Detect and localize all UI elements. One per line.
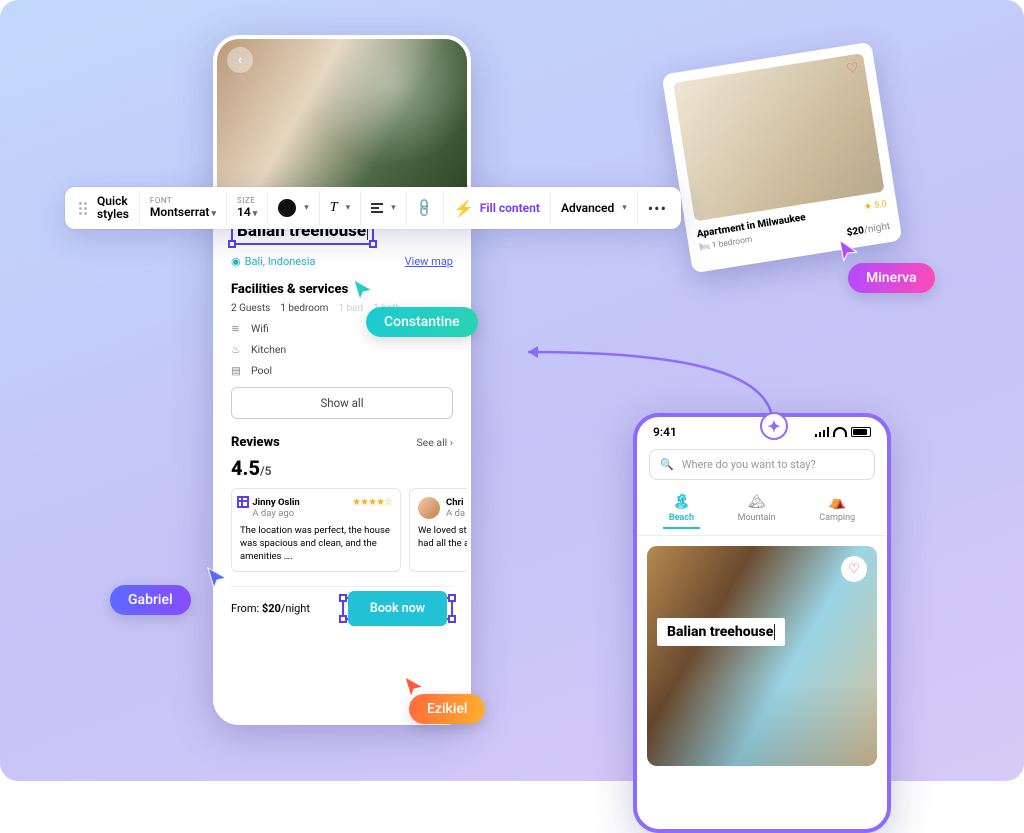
- pin-icon: ◉: [231, 255, 241, 268]
- listing-location[interactable]: ◉ Bali, Indonesia: [231, 255, 315, 268]
- pool-icon: ▤: [231, 364, 243, 377]
- chevron-down-icon: ▾: [622, 203, 627, 213]
- see-all-link[interactable]: See all ›: [416, 436, 453, 449]
- phone-mockup-detail: 9:41 ‹ ▣ 24 Balian treehouse ◉: [213, 35, 471, 725]
- show-all-button[interactable]: Show all: [231, 387, 453, 419]
- chevron-down-icon: ▾: [346, 203, 351, 213]
- review-author: Chri: [446, 497, 465, 508]
- star-rating-icon: ★★★★☆: [352, 497, 392, 508]
- listing-card-title: Balian treehouse: [657, 618, 785, 646]
- search-placeholder: Where do you want to stay?: [682, 458, 816, 471]
- user-badge-minerva[interactable]: Minerva: [848, 263, 935, 293]
- fill-content-button[interactable]: Fill content: [480, 201, 540, 215]
- hero-image: 9:41 ‹ ▣ 24: [217, 35, 467, 191]
- more-button[interactable]: •••: [648, 199, 667, 218]
- phone-mockup-search: 9:41 🔍 Where do you want to stay? 🏝 Beac…: [633, 413, 891, 833]
- favorite-button[interactable]: ♡: [845, 60, 860, 78]
- chevron-down-icon: ▾: [211, 209, 216, 219]
- toolbar-drag-handle[interactable]: Quick styles: [69, 191, 140, 225]
- kitchen-icon: ♨: [231, 343, 243, 356]
- chip-bed: 1 bed: [338, 303, 363, 314]
- rating-score: 4.5/5: [231, 456, 453, 480]
- wifi-icon: ≋: [231, 322, 243, 335]
- listing-card-image[interactable]: ♡ Balian treehouse: [647, 546, 877, 766]
- text-format-button[interactable]: T: [330, 200, 338, 216]
- listing-card-price: $20/night: [846, 221, 891, 239]
- tab-camping[interactable]: ⛺ Camping: [813, 490, 861, 529]
- battery-icon: [851, 427, 871, 437]
- review-author: Jinny Oslin: [252, 497, 299, 508]
- font-size-input[interactable]: 14: [237, 205, 251, 219]
- user-badge-gabriel[interactable]: Gabriel: [110, 585, 191, 615]
- book-now-selection[interactable]: Book now: [342, 597, 453, 620]
- amenity-pool: ▤Pool: [231, 364, 453, 377]
- listing-card-rating: ★ 5.0: [843, 199, 888, 216]
- status-time: 9:41: [653, 425, 677, 439]
- text-align-button[interactable]: [371, 203, 383, 213]
- avatar: [418, 497, 440, 519]
- chevron-down-icon: ▾: [391, 203, 396, 213]
- review-text: We loved sta had all the a: [418, 525, 471, 551]
- tab-mountain[interactable]: 🏔 Mountain: [732, 490, 782, 529]
- facilities-header: Facilities & services: [231, 282, 453, 297]
- bolt-icon: ✦: [767, 417, 780, 436]
- mountain-icon: 🏔: [748, 494, 766, 510]
- back-button[interactable]: ‹: [227, 47, 253, 73]
- chip-guests: 2 Guests: [231, 303, 270, 314]
- category-tabs: 🏝 Beach 🏔 Mountain ⛺ Camping: [637, 490, 887, 536]
- quick-styles-button[interactable]: Quick styles: [97, 195, 129, 221]
- review-card[interactable]: Chri A da We loved sta had all the a: [409, 488, 471, 572]
- amenity-kitchen: ♨Kitchen: [231, 343, 453, 356]
- advanced-button[interactable]: Advanced: [561, 201, 614, 215]
- book-now-button[interactable]: Book now: [348, 591, 447, 626]
- view-map-link[interactable]: View map: [405, 255, 453, 268]
- chevron-down-icon: ▾: [253, 209, 258, 219]
- heart-icon: ♡: [848, 562, 860, 577]
- signal-icon: [815, 427, 829, 437]
- favorite-button[interactable]: ♡: [841, 556, 867, 582]
- search-icon: 🔍: [660, 458, 674, 471]
- tab-beach[interactable]: 🏝 Beach: [663, 490, 700, 529]
- review-card[interactable]: Jinny Oslin A day ago ★★★★☆ The location…: [231, 488, 401, 572]
- review-time: A da: [446, 508, 465, 519]
- chip-bedroom: 1 bedroom: [280, 303, 328, 314]
- search-input[interactable]: 🔍 Where do you want to stay?: [649, 449, 875, 480]
- review-time: A day ago: [252, 508, 299, 519]
- text-style-toolbar: Quick styles FONT Montserrat▾ SIZE 14▾ ▾…: [65, 187, 681, 229]
- camping-icon: ⛺: [828, 494, 845, 510]
- flow-node[interactable]: ✦: [760, 412, 788, 440]
- listing-card-image: ♡: [673, 53, 885, 221]
- font-select[interactable]: Montserrat: [150, 205, 210, 219]
- chevron-down-icon: ▾: [304, 203, 309, 213]
- reviews-header: Reviews: [231, 435, 280, 450]
- listing-card-tilted[interactable]: ♡ Apartment in Milwaukee 🛏 1 bedroom ★ 5…: [662, 42, 903, 274]
- location-label: Bali, Indonesia: [245, 255, 316, 268]
- bolt-icon: ⚡: [454, 199, 474, 218]
- beach-icon: 🏝: [673, 494, 691, 510]
- price-label: From: $20/night: [231, 602, 310, 615]
- color-swatch[interactable]: ▾: [268, 191, 320, 225]
- wifi-icon: [833, 427, 847, 437]
- status-bar: 9:41: [217, 35, 467, 37]
- user-badge-constantine[interactable]: Constantine: [366, 307, 478, 337]
- link-button[interactable]: 🔗: [414, 197, 436, 219]
- review-text: The location was perfect, the house was …: [240, 525, 392, 563]
- design-canvas[interactable]: Quick styles FONT Montserrat▾ SIZE 14▾ ▾…: [0, 0, 1024, 781]
